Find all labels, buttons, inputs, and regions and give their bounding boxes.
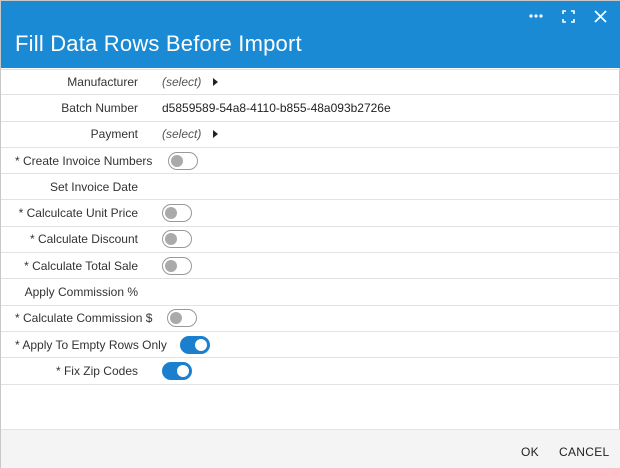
row-calculate-total-sale: * Calculate Total Sale <box>1 253 620 280</box>
set-invoice-date-label: Set Invoice Date <box>49 179 138 194</box>
manufacturer-value: (select) <box>162 75 202 90</box>
fix-zip-codes-label: * Fix Zip Codes <box>55 363 138 378</box>
fix-zip-codes-toggle[interactable] <box>162 361 192 380</box>
row-create-invoice-numbers: * Create Invoice Numbers <box>1 148 620 175</box>
payment-value: (select) <box>162 127 202 142</box>
toggle-knob <box>177 364 189 377</box>
apply-empty-rows-cell <box>180 335 210 354</box>
row-calculate-commission: * Calculate Commission $ <box>1 306 620 332</box>
row-calculate-unit-price: * Calculcate Unit Price <box>1 200 620 227</box>
cancel-button[interactable]: CANCEL <box>559 445 609 459</box>
dialog-footer: OK CANCEL <box>1 429 620 468</box>
close-icon[interactable] <box>591 7 609 25</box>
row-apply-commission: Apply Commission % <box>1 279 620 306</box>
calculate-unit-price-label: * Calculcate Unit Price <box>18 206 138 221</box>
caret-right-icon <box>213 78 219 87</box>
row-set-invoice-date: Set Invoice Date <box>1 174 620 201</box>
dialog-title: Fill Data Rows Before Import <box>15 31 302 56</box>
toggle-knob <box>165 233 177 246</box>
manufacturer-label: Manufacturer <box>67 75 138 90</box>
form-rows: Manufacturer (select) Batch Number d5859… <box>1 69 620 385</box>
header-icons <box>527 7 609 25</box>
dialog-header: Fill Data Rows Before Import <box>1 1 620 68</box>
maximize-icon[interactable] <box>559 7 577 25</box>
row-payment: Payment (select) <box>1 122 620 148</box>
payment-label: Payment <box>90 127 138 142</box>
calculate-discount-toggle[interactable] <box>162 230 192 249</box>
apply-commission-field[interactable] <box>162 282 362 302</box>
calculate-unit-price-toggle[interactable] <box>162 204 192 223</box>
fix-zip-codes-cell <box>162 361 192 380</box>
caret-right-icon <box>213 130 219 139</box>
calculate-discount-cell <box>162 230 192 249</box>
apply-empty-rows-label: * Apply To Empty Rows Only <box>15 337 167 352</box>
batch-number-value: d5859589-54a8-4110-b855-48a093b2726e <box>162 100 391 115</box>
toggle-knob <box>165 259 177 272</box>
toggle-knob <box>171 154 183 167</box>
calculate-commission-cell <box>167 309 197 328</box>
create-invoice-numbers-cell <box>168 151 198 170</box>
calculate-discount-label: * Calculate Discount <box>29 232 138 247</box>
apply-commission-label: Apply Commission % <box>24 285 138 300</box>
payment-select[interactable]: (select) <box>162 127 219 142</box>
ok-button[interactable]: OK <box>521 445 539 459</box>
row-batch-number: Batch Number d5859589-54a8-4110-b855-48a… <box>1 95 620 122</box>
create-invoice-numbers-label: * Create Invoice Numbers <box>15 153 153 168</box>
apply-empty-rows-toggle[interactable] <box>180 335 210 354</box>
calculate-unit-price-cell <box>162 204 192 223</box>
calculate-total-sale-toggle[interactable] <box>162 256 192 275</box>
toggle-knob <box>195 338 207 351</box>
more-icon[interactable] <box>527 7 545 25</box>
batch-number-label: Batch Number <box>61 100 138 115</box>
fill-data-rows-dialog: Fill Data Rows Before Import Manufacture… <box>0 0 620 468</box>
toggle-knob <box>165 207 177 220</box>
row-manufacturer: Manufacturer (select) <box>1 69 620 96</box>
create-invoice-numbers-toggle[interactable] <box>168 151 198 170</box>
calculate-commission-toggle[interactable] <box>167 309 197 328</box>
calculate-commission-label: * Calculate Commission $ <box>15 311 153 326</box>
row-fix-zip-codes: * Fix Zip Codes <box>1 358 620 385</box>
set-invoice-date-field[interactable] <box>162 177 362 197</box>
calculate-total-sale-cell <box>162 256 192 275</box>
toggle-knob <box>170 312 182 325</box>
manufacturer-select[interactable]: (select) <box>162 75 219 90</box>
calculate-total-sale-label: * Calculate Total Sale <box>24 258 138 273</box>
row-apply-empty-rows: * Apply To Empty Rows Only <box>1 332 620 359</box>
row-calculate-discount: * Calculate Discount <box>1 227 620 254</box>
